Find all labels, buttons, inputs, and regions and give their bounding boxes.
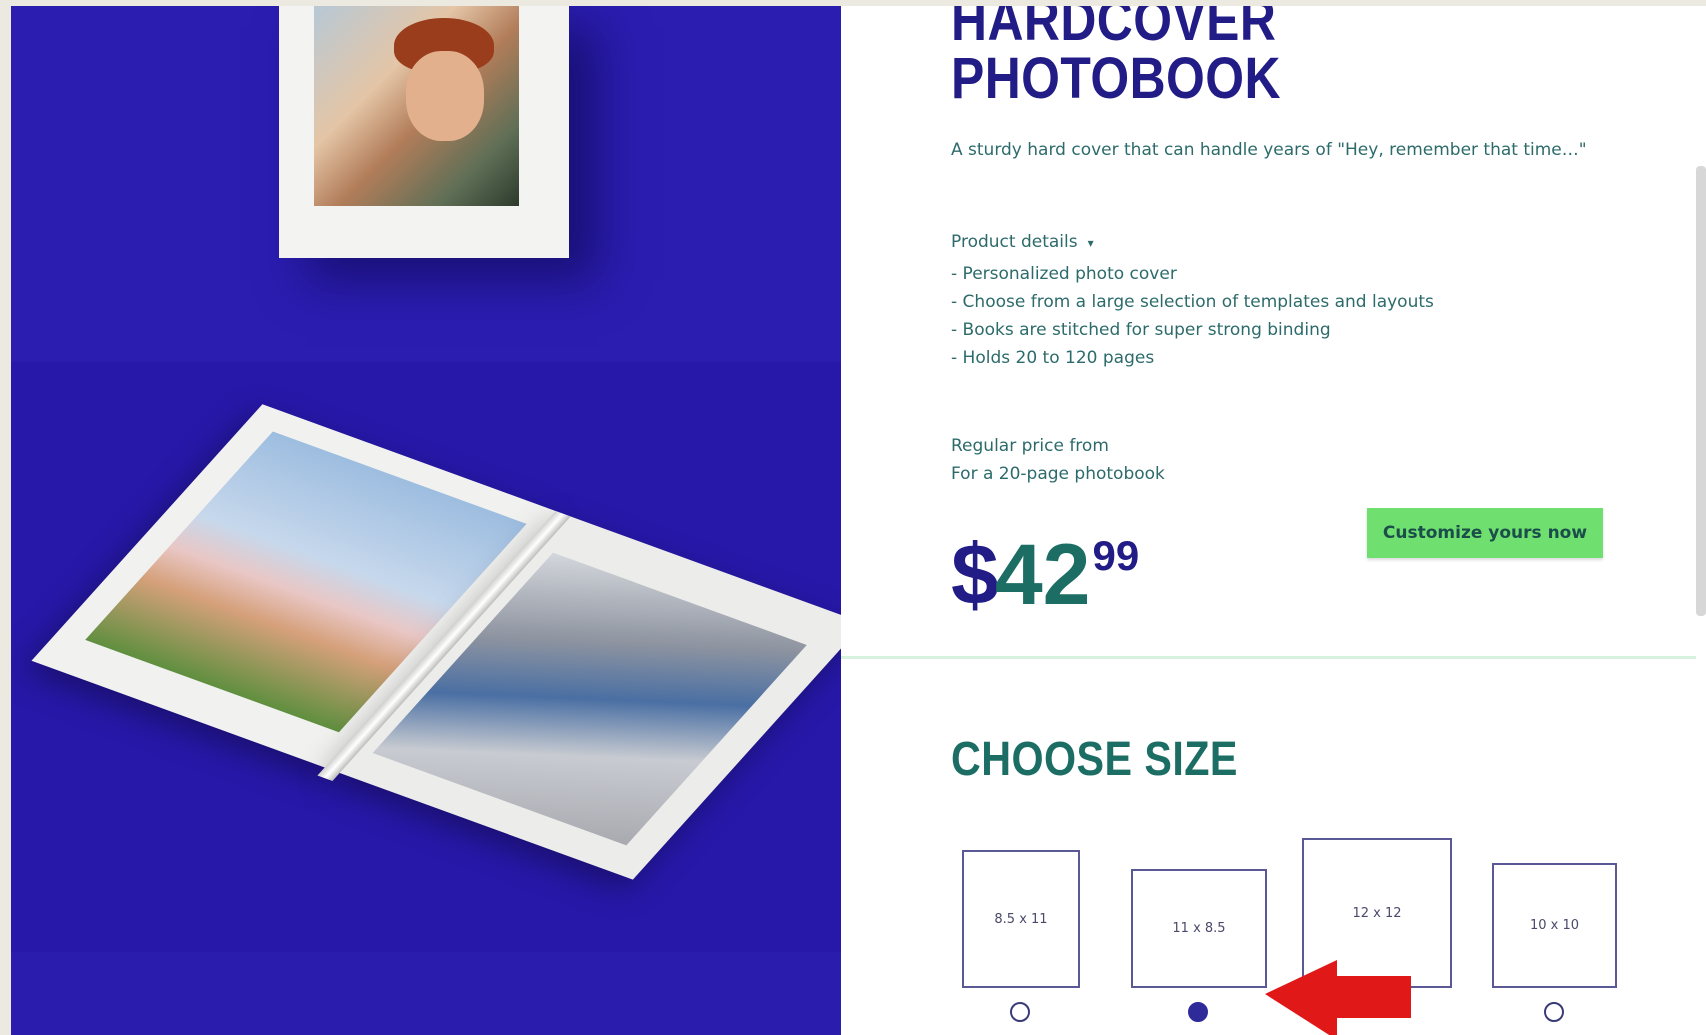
- product-details-list: Personalized photo cover Choose from a l…: [951, 260, 1434, 372]
- size-preview-box[interactable]: 10 x 10: [1492, 863, 1617, 988]
- size-preview-box[interactable]: 8.5 x 11: [962, 850, 1080, 988]
- price-dollars: 42: [994, 527, 1091, 623]
- size-label: 8.5 x 11: [994, 911, 1048, 927]
- price-display: $4299: [951, 526, 1140, 623]
- product-details-toggle[interactable]: Product details ▾: [951, 232, 1094, 252]
- product-info-panel: HARDCOVER PHOTOBOOK A sturdy hard cover …: [841, 6, 1706, 1035]
- product-image-gallery: [11, 6, 841, 1035]
- standing-photobook-image: [279, 6, 569, 258]
- size-label: 10 x 10: [1529, 918, 1580, 933]
- scrollbar-thumb[interactable]: [1696, 166, 1706, 616]
- cover-photo: [314, 6, 519, 206]
- product-title-line1: HARDCOVER: [951, 6, 1277, 53]
- price-note-line2: For a 20-page photobook: [951, 464, 1165, 484]
- size-radio[interactable]: [1544, 1002, 1564, 1022]
- size-label: 12 x 12: [1352, 905, 1402, 921]
- size-radio-selected[interactable]: [1188, 1002, 1208, 1022]
- price-currency: $: [951, 527, 999, 623]
- size-preview-box[interactable]: 11 x 8.5: [1131, 869, 1267, 988]
- size-label: 11 x 8.5: [1172, 921, 1226, 936]
- red-arrow-annotation-icon: [1265, 960, 1411, 1035]
- product-title: HARDCOVER PHOTOBOOK: [951, 6, 1501, 108]
- details-item: Personalized photo cover: [951, 260, 1434, 288]
- product-description: A sturdy hard cover that can handle year…: [951, 140, 1587, 160]
- details-item: Holds 20 to 120 pages: [951, 344, 1434, 372]
- size-radio[interactable]: [1010, 1002, 1030, 1022]
- details-item: Choose from a large selection of templat…: [951, 288, 1434, 316]
- browser-viewport: HARDCOVER PHOTOBOOK A sturdy hard cover …: [11, 6, 1706, 1035]
- product-details-label: Product details: [951, 232, 1078, 252]
- choose-size-heading: CHOOSE SIZE: [951, 733, 1238, 786]
- cover-photo-face: [406, 51, 484, 141]
- product-title-line2: PHOTOBOOK: [951, 46, 1281, 111]
- price-note: Regular price from For a 20-page photobo…: [951, 432, 1165, 488]
- chevron-down-icon: ▾: [1087, 236, 1094, 250]
- details-item: Books are stitched for super strong bind…: [951, 316, 1434, 344]
- price-note-line1: Regular price from: [951, 436, 1109, 456]
- price-cents: 99: [1092, 532, 1140, 579]
- gallery-image-3-background: [11, 952, 841, 1035]
- customize-button[interactable]: Customize yours now: [1367, 508, 1603, 558]
- section-divider: [841, 656, 1696, 659]
